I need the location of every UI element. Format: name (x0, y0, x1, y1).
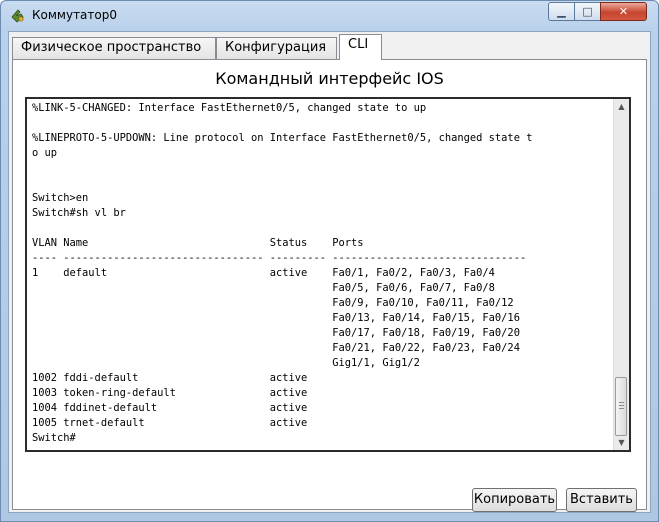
window-title: Коммутатор0 (32, 8, 117, 22)
close-button[interactable]: ✕ (600, 2, 647, 21)
terminal-line: Switch>en (32, 192, 89, 204)
terminal-line: 1003 token-ring-default active (32, 387, 308, 399)
terminal-output[interactable]: %LINK-5-CHANGED: Interface FastEthernet0… (32, 101, 612, 446)
cli-panel: Командный интерфейс IOS %LINK-5-CHANGED:… (12, 59, 647, 512)
terminal-line: %LINEPROTO-5-UPDOWN: Line protocol on In… (32, 132, 533, 144)
panel-title: Командный интерфейс IOS (215, 69, 444, 88)
terminal-line: Fa0/13, Fa0/14, Fa0/15, Fa0/16 (32, 312, 520, 324)
tab-configuration[interactable]: Конфигурация (216, 37, 337, 59)
maximize-button[interactable]: □ (574, 2, 601, 21)
window-client-area: Физическое пространство Конфигурация CLI… (8, 31, 651, 513)
title-bar[interactable]: Коммутатор0 ▁ □ ✕ (1, 1, 658, 31)
terminal-line: Fa0/17, Fa0/18, Fa0/19, Fa0/20 (32, 327, 520, 339)
terminal-line: Fa0/9, Fa0/10, Fa0/11, Fa0/12 (32, 297, 514, 309)
grip-icon (619, 402, 624, 409)
switch-window: Коммутатор0 ▁ □ ✕ Физическое пространств… (0, 0, 659, 522)
terminal-line: Switch#sh vl br (32, 207, 126, 219)
terminal-line: Fa0/5, Fa0/6, Fa0/7, Fa0/8 (32, 282, 495, 294)
terminal-line: Fa0/21, Fa0/22, Fa0/23, Fa0/24 (32, 342, 520, 354)
scroll-down-arrow-icon[interactable]: ▼ (614, 435, 629, 450)
terminal-line: Switch# (32, 432, 76, 444)
terminal-line: ---- -------------------------------- --… (32, 252, 527, 264)
tab-physical-space[interactable]: Физическое пространство (12, 37, 216, 59)
terminal-line: 1005 trnet-default active (32, 417, 308, 429)
terminal-line: Gig1/1, Gig1/2 (32, 357, 420, 369)
minimize-button[interactable]: ▁ (548, 2, 575, 21)
terminal-line: 1 default active Fa0/1, Fa0/2, Fa0/3, Fa… (32, 267, 495, 279)
tab-cli[interactable]: CLI (339, 34, 382, 60)
scroll-up-arrow-icon[interactable]: ▲ (614, 99, 629, 114)
terminal-line: 1002 fddi-default active (32, 372, 308, 384)
terminal-scrollbar[interactable]: ▲ ▼ (613, 99, 629, 450)
terminal-line: VLAN Name Status Ports (32, 237, 364, 249)
cli-terminal[interactable]: %LINK-5-CHANGED: Interface FastEthernet0… (25, 97, 631, 452)
terminal-line: %LINK-5-CHANGED: Interface FastEthernet0… (32, 102, 427, 114)
paste-button[interactable]: Вставить (566, 488, 637, 512)
app-icon (11, 9, 24, 23)
copy-button[interactable]: Копировать (472, 488, 557, 512)
scrollbar-thumb[interactable] (615, 377, 627, 436)
terminal-line: 1004 fddinet-default active (32, 402, 308, 414)
terminal-line: o up (32, 147, 58, 159)
